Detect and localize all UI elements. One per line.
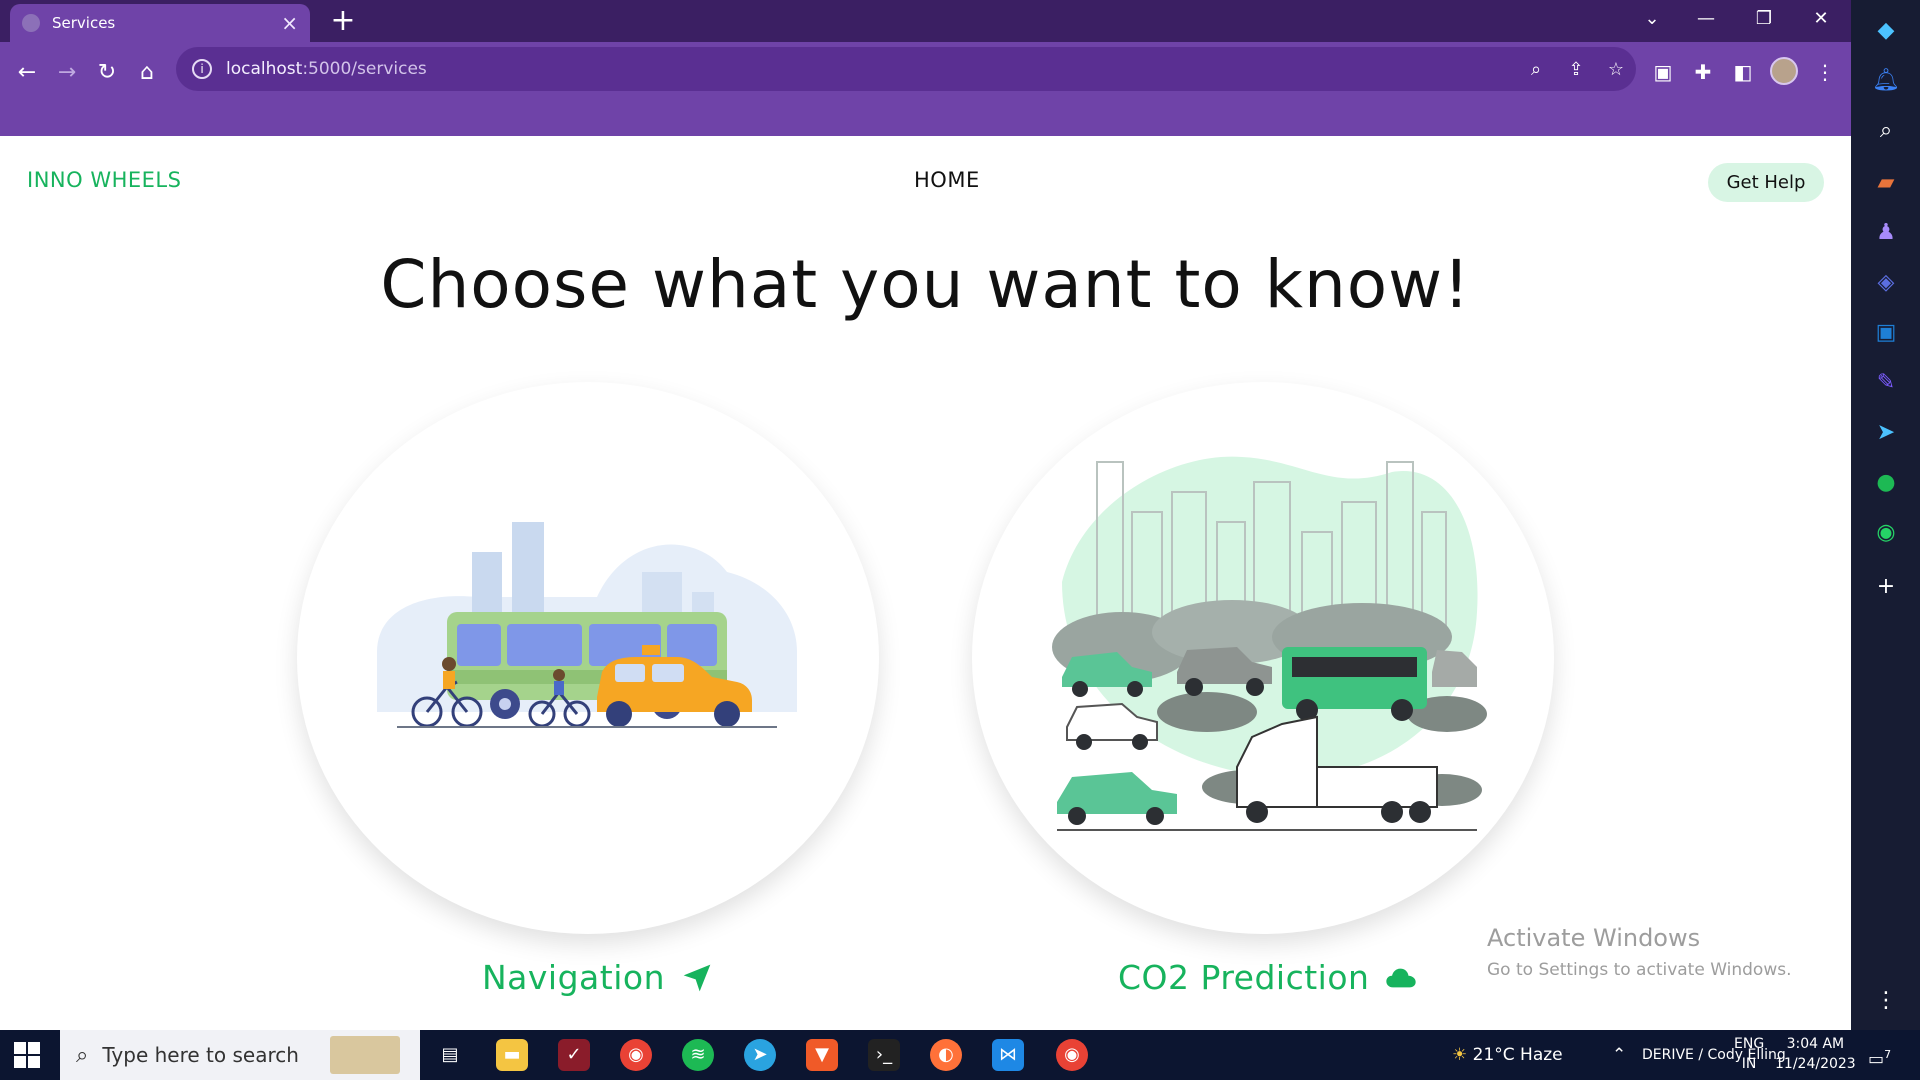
whatsapp-icon[interactable]: ◉ [1871, 518, 1901, 548]
back-button[interactable]: ← [9, 55, 45, 91]
outlook-icon[interactable]: ▣ [1871, 318, 1901, 348]
chrome-active-icon[interactable]: ◉ [1056, 1039, 1088, 1071]
address-bar[interactable]: i localhost:5000/services ⌕ ⇪ ☆ [176, 47, 1636, 91]
get-help-button[interactable]: Get Help [1708, 163, 1824, 202]
pollution-traffic-illustration [1052, 456, 1487, 831]
send-arrow-icon [683, 964, 711, 991]
vscode-icon[interactable]: ⋈ [992, 1039, 1024, 1071]
designer-icon[interactable]: ✎ [1871, 368, 1901, 398]
translate-extension-icon[interactable]: ▣ [1645, 54, 1681, 90]
search-icon: ⌕ [76, 1042, 89, 1068]
app-red-icon[interactable]: ✓ [558, 1039, 590, 1071]
taskbar-search-box[interactable]: ⌕ Type here to search [60, 1030, 420, 1080]
city-traffic-illustration [377, 522, 797, 728]
side-panel-icon[interactable]: ◧ [1725, 54, 1761, 90]
browser-tabbar: Services × + ⌄ — ❐ ✕ [0, 0, 1851, 42]
site-info-icon[interactable]: i [192, 59, 212, 79]
navigation-label: Navigation [482, 958, 665, 997]
share-icon[interactable]: ⇪ [1556, 59, 1596, 80]
browser-toolbar: ← → ↻ ⌂ i localhost:5000/services ⌕ ⇪ ☆ … [0, 42, 1851, 136]
profile-avatar[interactable] [1770, 57, 1798, 85]
tab-title: Services [52, 14, 116, 32]
telegram-icon[interactable]: ➤ [1871, 418, 1901, 448]
sidebar-more-icon[interactable]: ⋮ [1871, 986, 1901, 1016]
clock-time: 3:04 AM [1786, 1036, 1845, 1052]
taskbar-search-placeholder: Type here to search [102, 1043, 299, 1067]
reload-button[interactable]: ↻ [89, 55, 125, 91]
weather-widget[interactable]: ☀ 21°C Haze [1452, 1030, 1563, 1080]
menu-kebab-icon[interactable]: ⋮ [1807, 54, 1843, 90]
weather-text: 21°C Haze [1472, 1045, 1563, 1065]
task-view-icon[interactable]: ▤ [434, 1039, 466, 1071]
search-icon[interactable]: ⌕ [1871, 116, 1901, 146]
windows-start-icon[interactable] [14, 1042, 40, 1068]
close-tab-icon[interactable]: × [281, 13, 298, 33]
brand-logo[interactable]: INNO WHEELS [27, 168, 181, 192]
spotify-icon[interactable]: ● [1871, 468, 1901, 498]
activate-windows-subtitle: Go to Settings to activate Windows. [1487, 960, 1792, 980]
tab-favicon-icon [22, 14, 40, 32]
games-icon[interactable]: ♟ [1871, 218, 1901, 248]
minimize-button[interactable]: — [1678, 0, 1734, 38]
weather-haze-icon: ☀ [1452, 1045, 1473, 1065]
tools-briefcase-icon[interactable]: ▰ [1871, 168, 1901, 198]
co2-prediction-card[interactable] [972, 382, 1554, 934]
notification-center-icon[interactable]: ▭7 [1868, 1030, 1891, 1080]
spotify-taskbar-icon[interactable]: ≋ [682, 1039, 714, 1071]
tab-services[interactable]: Services × [10, 4, 310, 42]
edge-sidebar: ◆ 🔔︎ ⌕ ▰ ♟ ◈ ▣ ✎ ➤ ● ◉ + ⋮ [1851, 0, 1920, 1030]
tab-search-chevron-icon[interactable]: ⌄ [1624, 0, 1680, 38]
notifications-bell-icon[interactable]: 🔔︎ [1871, 66, 1901, 96]
extensions-puzzle-icon[interactable]: ✚ [1685, 54, 1721, 90]
url-text: localhost:5000/services [226, 59, 427, 79]
copilot-icon[interactable]: ◆ [1871, 16, 1901, 46]
navigation-link[interactable]: Navigation [482, 958, 713, 997]
windows-taskbar: ⌕ Type here to search ▤ ▬ ✓ ◉ ≋ ➤ ▼ ›_ ◐… [0, 1030, 1920, 1080]
taskbar-clock[interactable]: 3:04 AM 11/24/2023 [1775, 1034, 1856, 1074]
navigation-card[interactable] [297, 382, 879, 934]
restore-button[interactable]: ❐ [1736, 0, 1792, 38]
add-sidebar-app-icon[interactable]: + [1871, 572, 1901, 602]
firefox-icon[interactable]: ◐ [930, 1039, 962, 1071]
co2-prediction-link[interactable]: CO2 Prediction [1118, 958, 1417, 997]
clock-date: 11/24/2023 [1775, 1056, 1856, 1072]
show-hidden-icons-chevron[interactable]: ⌃ [1612, 1030, 1626, 1080]
cloud-icon [1386, 968, 1417, 987]
terminal-icon[interactable]: ›_ [868, 1039, 900, 1071]
activate-windows-watermark: Activate Windows Go to Settings to activ… [1487, 924, 1792, 980]
zoom-icon[interactable]: ⌕ [1516, 59, 1556, 80]
new-tab-button[interactable]: + [326, 4, 360, 38]
bookmark-star-icon[interactable]: ☆ [1596, 59, 1636, 80]
microsoft-365-icon[interactable]: ◈ [1871, 268, 1901, 298]
file-explorer-icon[interactable]: ▬ [496, 1039, 528, 1071]
home-button[interactable]: ⌂ [129, 55, 165, 91]
co2-prediction-label: CO2 Prediction [1118, 958, 1370, 997]
tray-status-text: DERIVE / Cody Elling [1642, 1047, 1786, 1063]
nav-home-link[interactable]: HOME [914, 168, 980, 192]
telegram-taskbar-icon[interactable]: ➤ [744, 1039, 776, 1071]
search-highlight-image [330, 1036, 400, 1074]
brave-icon[interactable]: ▼ [806, 1039, 838, 1071]
activate-windows-title: Activate Windows [1487, 924, 1701, 952]
web-page: INNO WHEELS HOME Get Help Choose what yo… [0, 136, 1851, 1030]
close-window-button[interactable]: ✕ [1793, 0, 1849, 38]
language-indicator[interactable]: ENG IN [1734, 1034, 1764, 1074]
page-heading: Choose what you want to know! [380, 246, 1471, 323]
chrome-icon[interactable]: ◉ [620, 1039, 652, 1071]
forward-button[interactable]: → [49, 55, 85, 91]
